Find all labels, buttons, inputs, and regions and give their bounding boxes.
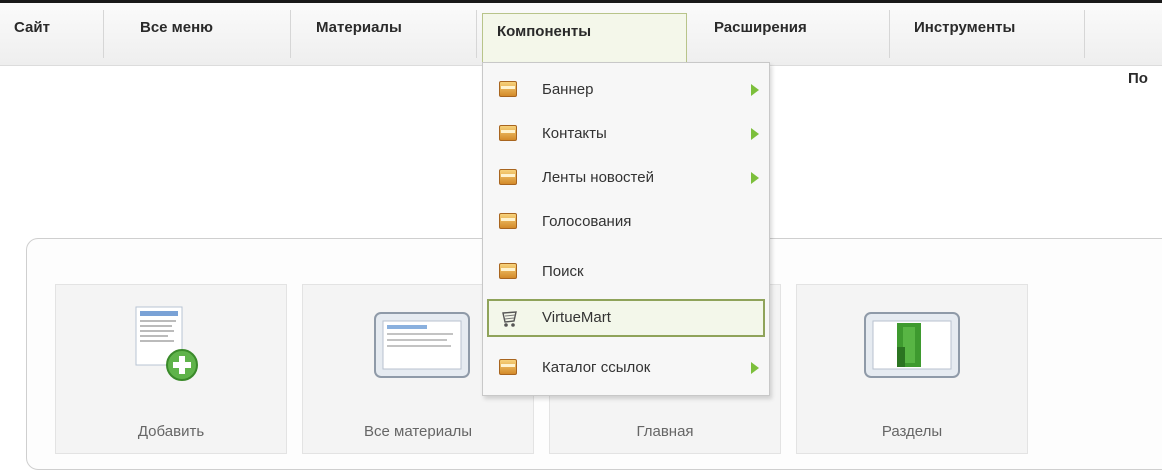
tile-add-label: Добавить bbox=[137, 423, 205, 440]
sections-icon bbox=[864, 312, 960, 378]
menu-site[interactable]: Сайт bbox=[0, 10, 104, 58]
folder-icon bbox=[499, 125, 517, 141]
menu-materials[interactable]: Материалы bbox=[302, 10, 477, 58]
menu-tools[interactable]: Инструменты bbox=[900, 10, 1085, 58]
dropdown-item-newsfeeds[interactable]: Ленты новостей bbox=[487, 159, 765, 197]
dropdown-item-search[interactable]: Поиск bbox=[487, 253, 765, 291]
dropdown-item-label: Контакты bbox=[542, 125, 607, 142]
tile-sections[interactable]: Разделы bbox=[796, 284, 1028, 454]
virtuemart-icon bbox=[502, 311, 517, 327]
dropdown-item-contacts[interactable]: Контакты bbox=[487, 115, 765, 153]
dropdown-item-weblinks[interactable]: Каталог ссылок bbox=[487, 349, 765, 387]
menu-all-menus[interactable]: Все меню bbox=[126, 10, 291, 58]
dropdown-item-label: Голосования bbox=[542, 213, 632, 230]
folder-icon bbox=[499, 213, 517, 229]
dropdown-item-label: Баннер bbox=[542, 81, 594, 98]
dropdown-item-banner[interactable]: Баннер bbox=[487, 71, 765, 109]
dropdown-item-polls[interactable]: Голосования bbox=[487, 203, 765, 241]
folder-icon bbox=[499, 169, 517, 185]
dropdown-item-label: VirtueMart bbox=[542, 309, 611, 326]
menu-components[interactable]: Компоненты bbox=[482, 13, 687, 69]
submenu-arrow-icon bbox=[751, 172, 759, 184]
submenu-arrow-icon bbox=[751, 128, 759, 140]
dropdown-item-label: Каталог ссылок bbox=[542, 359, 651, 376]
components-dropdown: Баннер Контакты Ленты новостей Голосован… bbox=[482, 62, 770, 396]
dropdown-item-label: Ленты новостей bbox=[542, 169, 654, 186]
add-article-icon bbox=[135, 306, 198, 381]
dropdown-item-virtuemart[interactable]: VirtueMart bbox=[487, 299, 765, 337]
menu-partial-item[interactable]: По bbox=[1128, 70, 1148, 87]
tile-sections-label: Разделы bbox=[881, 423, 943, 440]
menu-extensions[interactable]: Расширения bbox=[700, 10, 890, 58]
articles-icon bbox=[374, 312, 470, 378]
submenu-arrow-icon bbox=[751, 84, 759, 96]
tile-main-label: Главная bbox=[636, 423, 694, 440]
tile-all-materials-label: Все материалы bbox=[364, 423, 472, 440]
submenu-arrow-icon bbox=[751, 362, 759, 374]
folder-icon bbox=[499, 359, 517, 375]
folder-icon bbox=[499, 263, 517, 279]
folder-icon bbox=[499, 81, 517, 97]
main-menu-bar: Сайт Все меню Материалы Компоненты Расши… bbox=[0, 3, 1162, 69]
tile-add[interactable]: Добавить bbox=[55, 284, 287, 454]
dropdown-item-label: Поиск bbox=[542, 263, 584, 280]
